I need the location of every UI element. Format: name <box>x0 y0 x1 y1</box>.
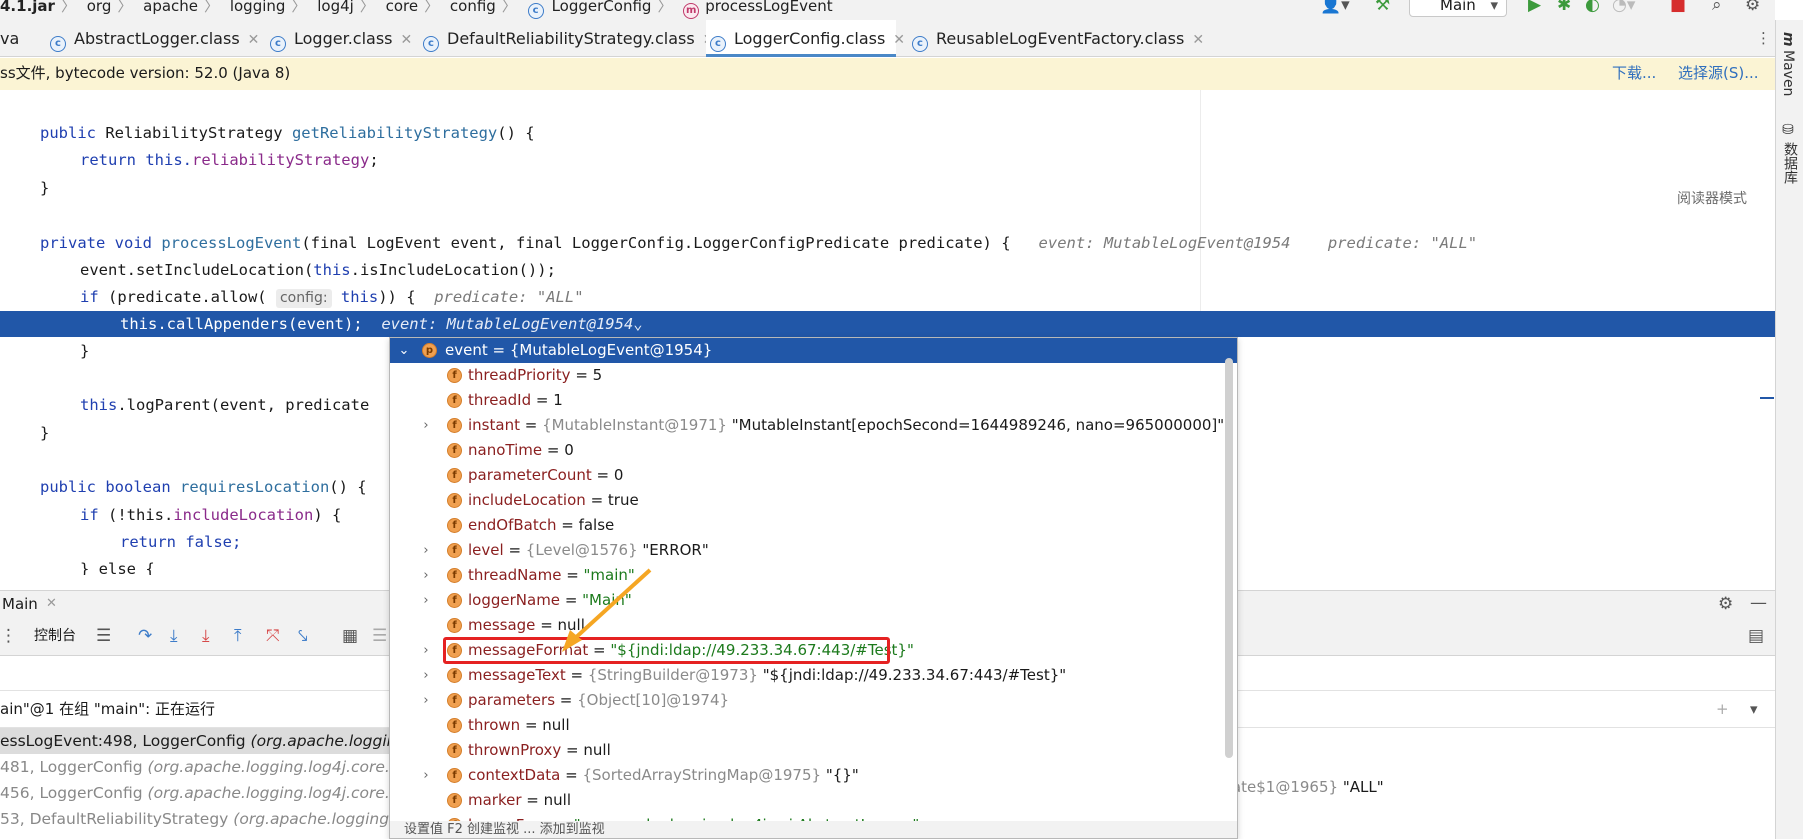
annotation-arrow <box>562 568 652 652</box>
arrow-line <box>571 568 652 642</box>
